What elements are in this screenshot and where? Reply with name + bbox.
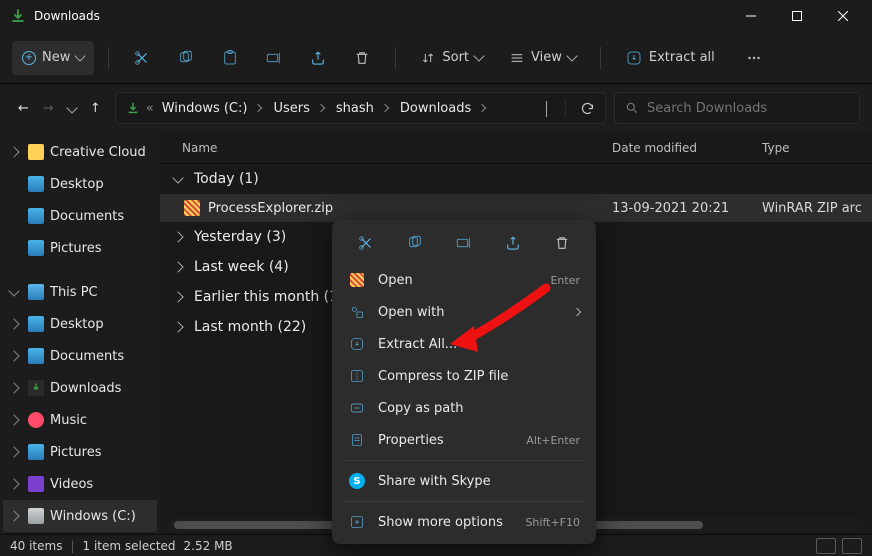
context-menu: Open Enter Open with Extract All... Comp… <box>332 220 596 544</box>
open-with-icon <box>348 303 366 321</box>
column-type[interactable]: Type <box>762 141 862 155</box>
ctx-open[interactable]: Open Enter <box>338 264 590 296</box>
maximize-button[interactable] <box>774 0 820 32</box>
sidebar: Creative Cloud Desktop Documents Picture… <box>0 132 160 534</box>
view-label: View <box>531 50 562 65</box>
bc-chevron[interactable] <box>538 101 555 116</box>
nav-up-button[interactable]: ↑ <box>90 101 101 116</box>
chevron-down-icon <box>75 50 86 61</box>
group-header[interactable]: Today (1) <box>160 164 872 194</box>
column-headers: Name Date modified Type <box>160 132 872 164</box>
window-title: Downloads <box>34 9 728 23</box>
rename-button[interactable] <box>255 41 293 75</box>
titlebar: Downloads <box>0 0 872 32</box>
sidebar-item[interactable]: Desktop <box>0 308 160 340</box>
extract-all-label: Extract all <box>649 50 715 65</box>
sidebar-item-this-pc[interactable]: This PC <box>0 276 160 308</box>
zip-icon <box>184 200 200 216</box>
ctx-extract-all[interactable]: Extract All... <box>338 328 590 360</box>
minimize-button[interactable] <box>728 0 774 32</box>
sidebar-item[interactable]: Documents <box>0 200 160 232</box>
view-thumbnails-button[interactable] <box>842 538 862 554</box>
chevron-down-icon <box>473 50 484 61</box>
sidebar-item[interactable]: Desktop <box>0 168 160 200</box>
ctx-compress[interactable]: Compress to ZIP file <box>338 360 590 392</box>
file-date: 13-09-2021 20:21 <box>612 201 762 216</box>
path-icon <box>348 399 366 417</box>
sidebar-item[interactable]: Windows (C:) <box>3 500 157 532</box>
downloads-icon <box>126 101 140 115</box>
new-button[interactable]: + New <box>12 41 94 75</box>
extract-all-button[interactable]: Extract all <box>615 41 725 75</box>
status-selected: 1 item selected <box>83 539 176 553</box>
breadcrumb-segment[interactable]: shash <box>334 101 394 116</box>
sidebar-item[interactable]: Pictures <box>0 436 160 468</box>
share-button[interactable] <box>299 41 337 75</box>
file-row[interactable]: ProcessExplorer.zip 13-09-2021 20:21 Win… <box>160 194 872 222</box>
sort-button[interactable]: Sort <box>410 41 493 75</box>
file-type: WinRAR ZIP archive <box>762 201 862 216</box>
refresh-button[interactable] <box>576 101 599 116</box>
nav-forward-button[interactable]: → <box>43 101 54 116</box>
sort-label: Sort <box>442 50 469 65</box>
book-icon <box>348 271 366 289</box>
status-size: 2.52 MB <box>184 539 233 553</box>
search-input[interactable] <box>647 101 849 116</box>
skype-icon: S <box>348 472 366 490</box>
more-icon <box>348 513 366 531</box>
more-button[interactable] <box>735 41 773 75</box>
extract-icon <box>348 335 366 353</box>
column-name[interactable]: Name <box>170 141 612 155</box>
ctx-delete-button[interactable] <box>549 230 575 256</box>
paste-button[interactable] <box>211 41 249 75</box>
delete-button[interactable] <box>343 41 381 75</box>
divider <box>395 47 396 69</box>
ctx-more-options[interactable]: Show more options Shift+F10 <box>338 506 590 538</box>
nav-history-button[interactable] <box>66 102 77 113</box>
breadcrumb-segment[interactable]: Users <box>271 101 329 116</box>
sidebar-item[interactable]: Music <box>0 404 160 436</box>
status-count: 40 items <box>10 539 62 553</box>
sidebar-item[interactable]: Documents <box>0 340 160 372</box>
sidebar-item[interactable]: Downloads <box>0 372 160 404</box>
breadcrumb-segment[interactable]: Windows (C:) <box>160 101 268 116</box>
nav-back-button[interactable]: ← <box>18 101 29 116</box>
ctx-share-skype[interactable]: S Share with Skype <box>338 465 590 497</box>
ctx-copy-button[interactable] <box>402 230 428 256</box>
view-details-button[interactable] <box>816 538 836 554</box>
ctx-open-with[interactable]: Open with <box>338 296 590 328</box>
divider <box>600 47 601 69</box>
ctx-rename-button[interactable] <box>451 230 477 256</box>
search-box[interactable] <box>614 92 860 124</box>
breadcrumb-segment[interactable]: Downloads <box>398 101 491 116</box>
ctx-copy-path[interactable]: Copy as path <box>338 392 590 424</box>
toolbar: + New Sort View Extract all <box>0 32 872 84</box>
ctx-share-button[interactable] <box>500 230 526 256</box>
cut-button[interactable] <box>123 41 161 75</box>
divider <box>108 47 109 69</box>
view-button[interactable]: View <box>499 41 586 75</box>
chevron-right-icon <box>573 308 581 316</box>
new-label: New <box>42 50 70 65</box>
ctx-properties[interactable]: Properties Alt+Enter <box>338 424 590 456</box>
sidebar-item[interactable]: Pictures <box>0 232 160 264</box>
chevron-down-icon <box>566 50 577 61</box>
zip-icon <box>348 367 366 385</box>
column-date[interactable]: Date modified <box>612 141 762 155</box>
close-button[interactable] <box>820 0 866 32</box>
file-name: ProcessExplorer.zip <box>208 201 612 216</box>
downloads-icon <box>10 8 26 24</box>
properties-icon <box>348 431 366 449</box>
sidebar-item[interactable]: Videos <box>0 468 160 500</box>
nav-row: ← → ↑ « Windows (C:) Users shash Downloa… <box>0 84 872 132</box>
ctx-cut-button[interactable] <box>353 230 379 256</box>
copy-button[interactable] <box>167 41 205 75</box>
sidebar-item[interactable]: Creative Cloud <box>0 136 160 168</box>
search-icon <box>625 101 639 115</box>
breadcrumb[interactable]: « Windows (C:) Users shash Downloads <box>115 92 606 124</box>
